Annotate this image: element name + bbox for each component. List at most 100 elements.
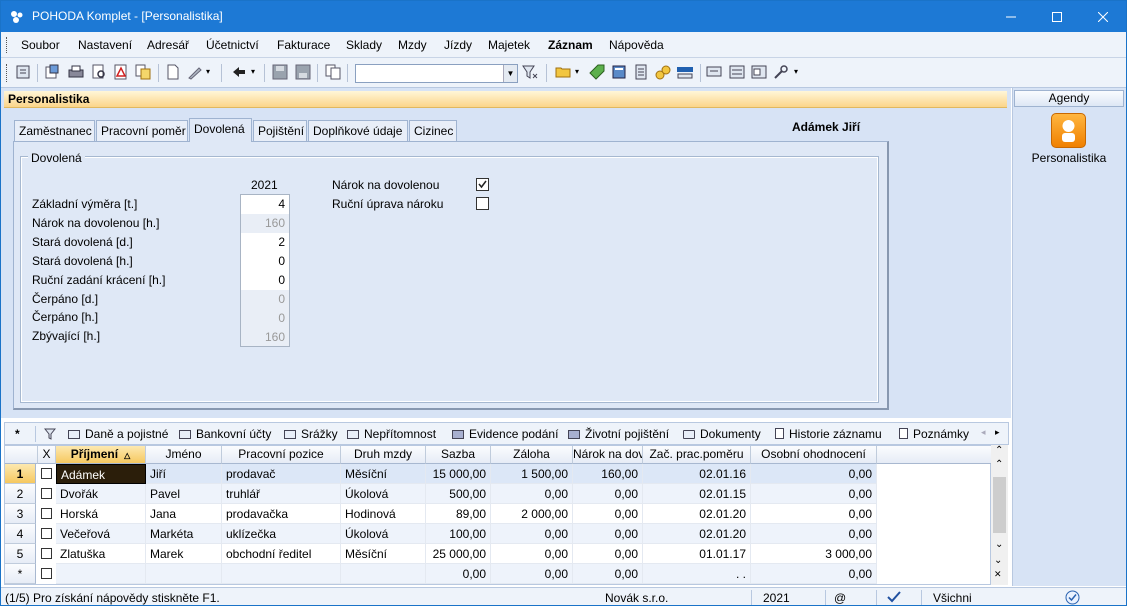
scroll-thumb[interactable] — [993, 477, 1006, 533]
menu-fakturace[interactable]: Fakturace — [277, 38, 330, 52]
cell-bonus[interactable]: 0,00 — [751, 484, 877, 504]
cell-position[interactable]: prodavačka — [222, 504, 341, 524]
cell-start-date[interactable]: 02.01.16 — [643, 464, 751, 484]
cell-bonus[interactable]: 0,00 — [751, 504, 877, 524]
folder-icon[interactable] — [555, 64, 571, 80]
title-bar[interactable]: POHODA Komplet - [Personalistika] — [1, 1, 1126, 32]
new-record-icon[interactable] — [165, 64, 181, 80]
tab-pojisteni[interactable]: Pojištění — [253, 120, 307, 141]
menu-majetek[interactable]: Majetek — [488, 38, 530, 52]
tab-dovolena[interactable]: Dovolená — [189, 118, 252, 142]
table-row[interactable]: 4 Večeřová Markéta uklízečka Úkolová 100,00 0,… — [5, 524, 992, 544]
cell-rate[interactable]: 25 000,00 — [426, 544, 491, 564]
edit-dropdown-arrow[interactable]: ▾ — [206, 67, 210, 76]
row-number[interactable]: 1 — [5, 464, 36, 484]
preview-icon[interactable] — [91, 64, 107, 80]
cell-advance[interactable]: 0,00 — [491, 544, 573, 564]
col-zaloha[interactable]: Záloha — [491, 446, 573, 464]
cell-start-date[interactable]: 01.01.17 — [643, 544, 751, 564]
cell-surname[interactable]: Horská — [56, 504, 146, 524]
cell-rate[interactable]: 100,00 — [426, 524, 491, 544]
row-number[interactable]: 3 — [5, 504, 36, 524]
cell-name[interactable]: Marek — [146, 544, 222, 564]
cell-position[interactable]: uklízečka — [222, 524, 341, 544]
cell-name[interactable]: Jiří — [146, 464, 222, 484]
col-x[interactable]: X — [38, 446, 56, 464]
cell-surname[interactable]: Zlatuška — [56, 544, 146, 564]
export-icon[interactable] — [44, 64, 60, 80]
settings-dropdown-arrow[interactable]: ▾ — [794, 67, 798, 76]
cell-start-date[interactable]: 02.01.15 — [643, 484, 751, 504]
cell-start-date[interactable]: 02.01.20 — [643, 504, 751, 524]
menu-adresar[interactable]: Adresář — [147, 38, 189, 52]
menu-jizdy[interactable]: Jízdy — [444, 38, 472, 52]
scroll-down-icon[interactable]: ⌄ — [995, 539, 1003, 550]
row-checkbox[interactable] — [41, 468, 52, 479]
cell-bonus[interactable]: 0,00 — [751, 464, 877, 484]
print-icon[interactable] — [68, 64, 84, 80]
cell-wage-type[interactable]: Hodinová — [341, 504, 426, 524]
back-dropdown-arrow[interactable]: ▾ — [251, 67, 255, 76]
col-narok-na-dov[interactable]: Nárok na dov — [573, 446, 643, 464]
cell-position[interactable] — [222, 564, 341, 584]
col-osobni-ohodnoceni[interactable]: Osobní ohodnocení — [751, 446, 877, 464]
report-icon[interactable] — [706, 64, 722, 80]
cell-leave[interactable]: 0,00 — [573, 564, 643, 584]
col-sazba[interactable]: Sazba — [426, 446, 491, 464]
col-druh-mzdy[interactable]: Druh mzdy — [341, 446, 426, 464]
settings-icon[interactable] — [773, 64, 789, 80]
table-row[interactable]: 3 Horská Jana prodavačka Hodinová 89,00 2 000,… — [5, 504, 992, 524]
scroll-left-arrow[interactable]: ◂ — [981, 427, 986, 438]
cell-advance[interactable]: 2 000,00 — [491, 504, 573, 524]
entitlement-checkbox[interactable] — [476, 178, 489, 191]
cell-name[interactable] — [146, 564, 222, 584]
tab-pracovni-pomer[interactable]: Pracovní poměr — [96, 120, 188, 141]
tab-poznamky[interactable]: Poznámky — [899, 427, 969, 441]
menu-napoveda[interactable]: Nápověda — [609, 38, 664, 52]
tab-evidence-podani[interactable]: Evidence podání — [452, 427, 558, 441]
cell-surname[interactable] — [56, 564, 146, 584]
table-row[interactable]: 1 Adámek Jiří prodavač Měsíční 15 000,00 1 500… — [5, 464, 992, 484]
calculator-icon[interactable] — [611, 64, 627, 80]
filter-icon[interactable] — [522, 64, 538, 80]
row-number[interactable]: * — [5, 564, 36, 584]
menu-ucetnictvi[interactable]: Účetnictví — [206, 38, 259, 52]
row-checkbox[interactable] — [41, 508, 52, 519]
col-zac-prac-pomeru[interactable]: Zač. prac.poměru — [643, 446, 751, 464]
pdf-icon[interactable] — [113, 64, 129, 80]
menu-sklady[interactable]: Sklady — [346, 38, 382, 52]
list-icon[interactable] — [729, 64, 745, 80]
cell-surname[interactable]: Adámek — [56, 464, 146, 484]
cell-wage-type[interactable]: Úkolová — [341, 524, 426, 544]
tab-doplnkove-udaje[interactable]: Doplňkové údaje — [308, 120, 408, 141]
back-arrow-icon[interactable] — [231, 64, 247, 80]
col-prijmeni[interactable]: Příjmení △ — [56, 446, 146, 464]
personnel-agenda-label[interactable]: Personalistika — [1014, 151, 1124, 165]
tab-new-record[interactable]: * — [15, 427, 20, 441]
tab-zivotni-pojisteni[interactable]: Životní pojištění — [568, 427, 669, 441]
cell-position[interactable]: obchodní ředitel — [222, 544, 341, 564]
scroll-expand-icon[interactable]: ✕ — [994, 569, 1002, 580]
cell-leave[interactable]: 0,00 — [573, 544, 643, 564]
cell-name[interactable]: Jana — [146, 504, 222, 524]
menu-icon[interactable] — [15, 64, 31, 80]
personnel-agenda-icon[interactable] — [1051, 113, 1086, 148]
old-leave-days-input[interactable]: 2 — [241, 233, 289, 252]
cell-wage-type[interactable]: Měsíční — [341, 544, 426, 564]
tab-zamestnanec[interactable]: Zaměstnanec — [14, 120, 95, 141]
scroll-bottom-icon[interactable]: ⌄ — [994, 555, 1002, 566]
menu-zaznam[interactable]: Záznam — [548, 38, 593, 52]
menu-soubor[interactable]: Soubor — [21, 38, 60, 52]
cell-position[interactable]: truhlář — [222, 484, 341, 504]
cell-advance[interactable]: 0,00 — [491, 524, 573, 544]
minimize-button[interactable] — [988, 1, 1034, 32]
tab-nepritomnost[interactable]: Nepřítomnost — [347, 427, 436, 441]
cell-rate[interactable]: 0,00 — [426, 564, 491, 584]
cell-rate[interactable]: 500,00 — [426, 484, 491, 504]
menu-mzdy[interactable]: Mzdy — [398, 38, 427, 52]
form-icon[interactable] — [751, 64, 767, 80]
combo-dropdown-arrow[interactable]: ▼ — [503, 65, 517, 82]
row-checkbox[interactable] — [41, 528, 52, 539]
filter-small-icon[interactable] — [44, 428, 56, 440]
cell-name[interactable]: Markéta — [146, 524, 222, 544]
